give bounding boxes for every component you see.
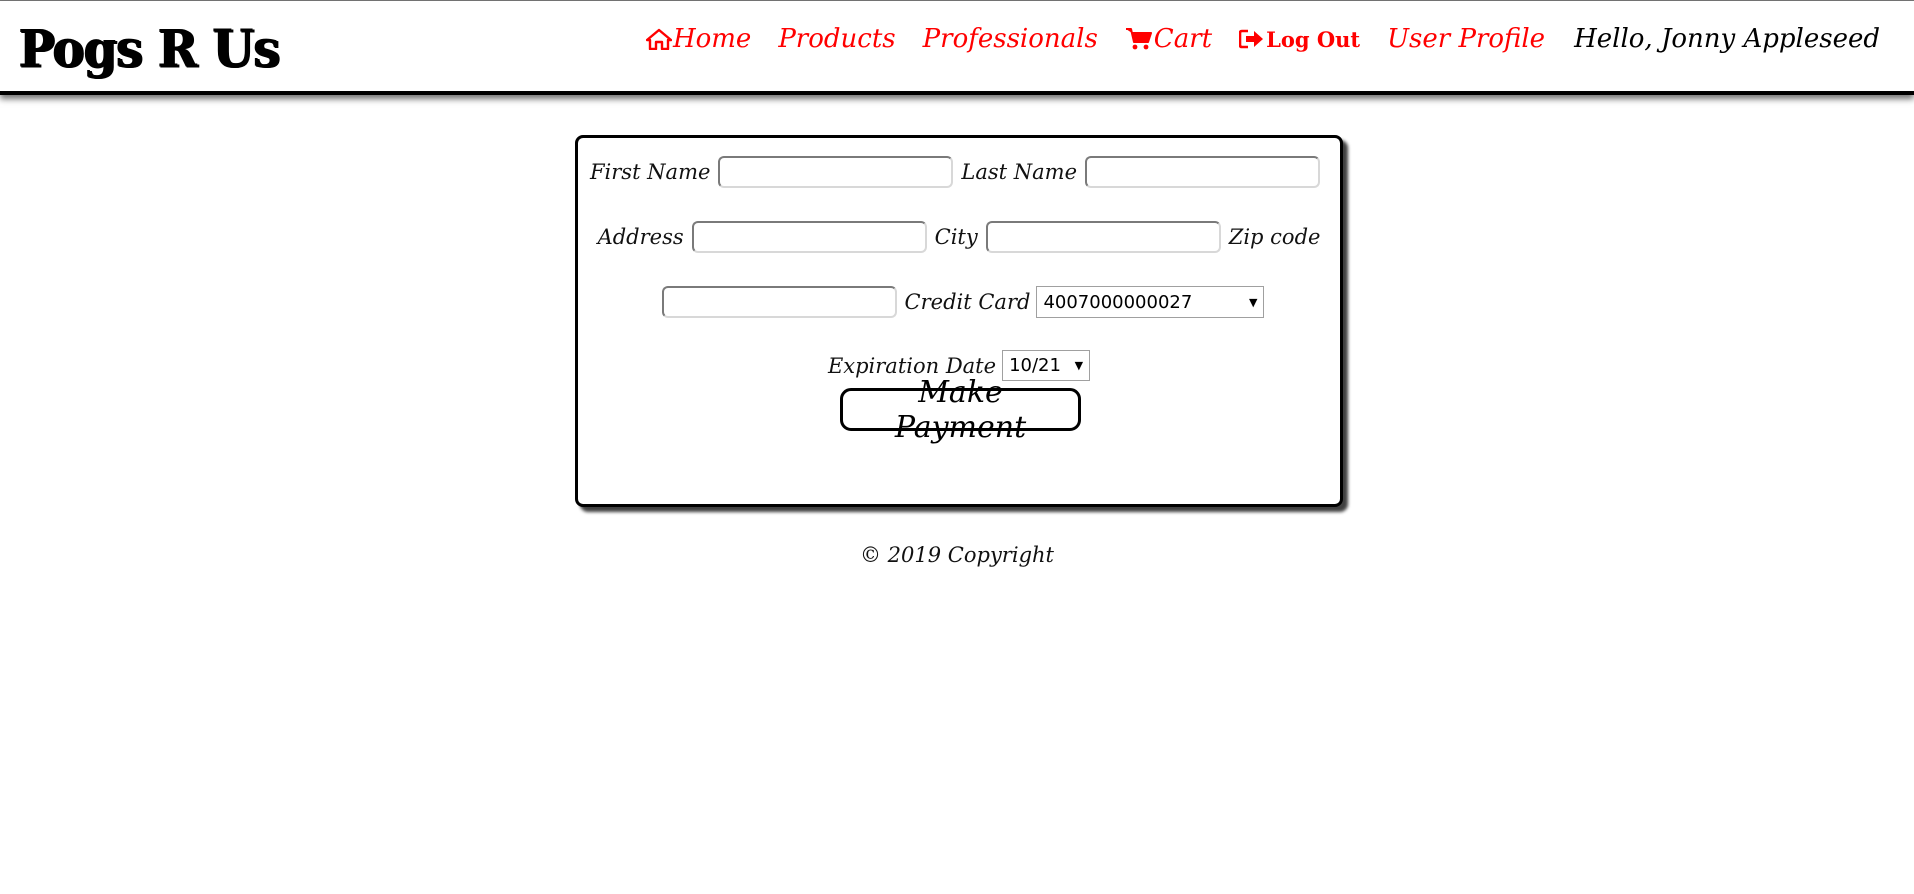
credit-card-label: Credit Card bbox=[904, 290, 1031, 314]
home-icon bbox=[645, 28, 672, 50]
city-input[interactable] bbox=[985, 221, 1221, 253]
sign-out-icon bbox=[1239, 28, 1265, 50]
credit-card-value: 4007000000027 bbox=[1043, 291, 1193, 313]
site-logo[interactable]: Pogs R Us bbox=[18, 19, 280, 79]
nav-logout-label: Log Out bbox=[1266, 26, 1361, 52]
nav-cart-link[interactable]: Cart bbox=[1125, 24, 1212, 54]
payment-form: First Name Last Name Address City Zip co… bbox=[575, 135, 1343, 507]
nav-products-link[interactable]: Products bbox=[778, 24, 895, 54]
cart-icon bbox=[1125, 27, 1153, 51]
credit-card-select[interactable]: 4007000000027 ▼ bbox=[1036, 286, 1265, 318]
nav-cart-label: Cart bbox=[1153, 24, 1213, 54]
last-name-input[interactable] bbox=[1085, 156, 1321, 188]
city-label: City bbox=[934, 225, 978, 249]
first-name-input[interactable] bbox=[718, 156, 954, 188]
navbar: Pogs R Us Home Products Professionals Ca… bbox=[0, 1, 1914, 95]
address-row: Address City Zip code bbox=[578, 221, 1340, 253]
user-greeting: Hello, Jonny Appleseed bbox=[1574, 24, 1880, 54]
nav-user-profile-link[interactable]: User Profile bbox=[1387, 24, 1545, 54]
copyright-footer: © 2019 Copyright bbox=[860, 543, 1054, 567]
first-name-label: First Name bbox=[589, 160, 711, 184]
chevron-down-icon: ▼ bbox=[1248, 295, 1258, 309]
chevron-down-icon: ▼ bbox=[1074, 359, 1084, 372]
nav-professionals-link[interactable]: Professionals bbox=[923, 24, 1098, 54]
expiration-date-value: 10/21 bbox=[1009, 355, 1061, 376]
zip-code-input[interactable] bbox=[661, 286, 897, 318]
nav-home-link[interactable]: Home bbox=[645, 24, 752, 54]
last-name-label: Last Name bbox=[961, 160, 1078, 184]
name-row: First Name Last Name bbox=[578, 156, 1340, 188]
nav-logout-link[interactable]: Log Out bbox=[1239, 27, 1360, 52]
make-payment-button[interactable]: Make Payment bbox=[840, 375, 1081, 445]
nav-home-label: Home bbox=[672, 24, 752, 54]
address-input[interactable] bbox=[691, 221, 927, 253]
zip-code-label: Zip code bbox=[1228, 225, 1321, 249]
card-row: Credit Card 4007000000027 ▼ bbox=[578, 286, 1340, 318]
address-label: Address bbox=[597, 225, 684, 249]
main-nav: Home Products Professionals Cart Log Out bbox=[619, 19, 1880, 59]
